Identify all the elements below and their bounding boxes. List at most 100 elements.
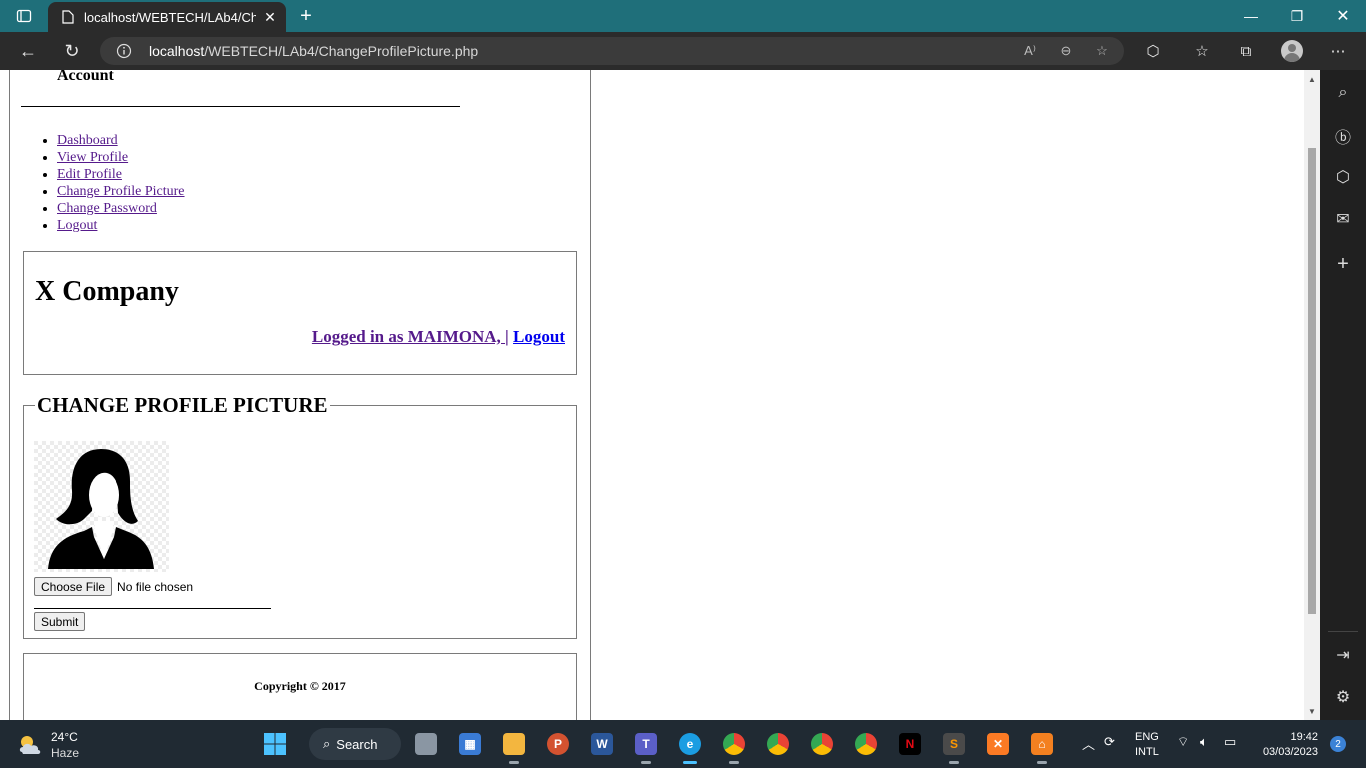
menu-item-logout: Logout [57, 217, 185, 234]
clock-time: 19:42 [1290, 731, 1318, 743]
file-status-text: No file chosen [117, 579, 194, 594]
dashboard-link[interactable]: Dashboard [57, 133, 118, 148]
chrome-profile-2-icon[interactable] [762, 728, 794, 760]
teams-icon[interactable]: T [630, 728, 662, 764]
header-box: X Company Logged in as MAIMONA, | Logout [23, 251, 577, 375]
url-host: localhost [149, 43, 205, 59]
weather-temperature: 24°C [51, 730, 78, 744]
change-password-link[interactable]: Change Password [57, 201, 157, 216]
sidebar-divider [1328, 631, 1358, 632]
volume-icon[interactable]: 🔈︎ [1200, 734, 1208, 750]
refresh-icon[interactable]: ↻ [58, 38, 86, 64]
change-profile-picture-link[interactable]: Change Profile Picture [57, 184, 185, 199]
favorite-add-icon[interactable]: ☆ [1092, 42, 1112, 60]
notification-badge[interactable]: 2 [1330, 736, 1346, 752]
clock-date: 03/03/2023 [1262, 746, 1318, 758]
back-icon[interactable]: ← [14, 38, 42, 64]
search-icon[interactable]: ⌕ [1332, 82, 1354, 104]
bing-chat-icon[interactable]: ⓑ [1332, 125, 1354, 147]
network-app-icon[interactable]: ⌂ [1026, 728, 1058, 764]
restore-icon[interactable]: ❐ [1274, 0, 1320, 32]
change-picture-fieldset: CHANGE PROFILE PICTURE Choose File No fi… [23, 393, 577, 639]
submit-button[interactable]: Submit [34, 612, 86, 631]
search-icon: ⌕ [323, 736, 331, 751]
hide-sidebar-icon[interactable]: ⇥ [1332, 644, 1354, 666]
edit-profile-link[interactable]: Edit Profile [57, 167, 122, 182]
profile-avatar[interactable] [1281, 40, 1303, 62]
logout-link[interactable]: Logout [57, 218, 97, 233]
powerpoint-icon[interactable]: P [542, 728, 574, 760]
language-indicator[interactable]: ENG INTL [1135, 730, 1159, 760]
sublime-text-icon[interactable]: S [938, 728, 970, 764]
view-profile-link[interactable]: View Profile [57, 150, 128, 165]
choose-file-button[interactable]: Choose File [34, 577, 113, 596]
outlook-icon[interactable]: ✉ [1332, 208, 1354, 230]
task-view-icon[interactable] [410, 728, 442, 760]
new-tab-icon[interactable]: + [294, 4, 318, 28]
browser-tab[interactable]: localhost/WEBTECH/LAb4/Chang ✕ [48, 2, 286, 32]
keyboard-layout: INTL [1135, 746, 1159, 758]
logged-in-user-link[interactable]: Logged in as MAIMONA, [312, 327, 505, 346]
profile-picture [34, 441, 169, 572]
divider-line [21, 106, 460, 107]
address-bar[interactable]: localhost/WEBTECH/LAb4/ChangeProfilePict… [100, 37, 1124, 65]
menu-item-dashboard: Dashboard [57, 132, 185, 149]
scroll-down-icon[interactable]: ▼ [1307, 706, 1317, 716]
file-explorer-icon[interactable] [498, 728, 530, 764]
scroll-thumb[interactable] [1308, 148, 1316, 614]
sync-icon[interactable]: ⟳ [1104, 734, 1115, 750]
edge-sidebar: ⌕ ⓑ ⬡ ✉ + ⇥ ⚙ [1320, 70, 1366, 720]
footer-box: Copyright © 2017 [23, 653, 577, 720]
header-logout-link[interactable]: Logout [513, 327, 565, 346]
close-tab-icon[interactable]: ✕ [260, 7, 280, 27]
account-menu: Dashboard View Profile Edit Profile Chan… [19, 132, 185, 234]
start-button[interactable] [259, 728, 291, 760]
account-heading: Account [57, 70, 114, 84]
file-input-row: Choose File No file chosen [34, 577, 193, 596]
separator: | [505, 327, 509, 346]
clock[interactable]: 19:42 03/03/2023 [1263, 730, 1318, 760]
wifi-icon[interactable]: ⌔ [1177, 734, 1189, 750]
settings-icon[interactable]: ⚙ [1332, 686, 1354, 708]
taskbar-search[interactable]: ⌕ Search [309, 728, 401, 760]
battery-icon[interactable]: ▭ [1224, 734, 1236, 750]
shopping-icon[interactable]: ⬡ [1332, 166, 1354, 188]
menu-item-edit-profile: Edit Profile [57, 166, 185, 183]
navigation-bar: ← ↻ localhost/WEBTECH/LAb4/ChangeProfile… [0, 32, 1366, 70]
edge-icon[interactable]: e [674, 728, 706, 764]
search-label: Search [336, 736, 378, 752]
favorites-icon[interactable]: ☆ [1191, 40, 1213, 62]
form-title: CHANGE PROFILE PICTURE [35, 393, 330, 418]
extensions-icon[interactable]: ⬡ [1142, 40, 1164, 62]
zoom-icon[interactable]: ⊖ [1056, 42, 1076, 60]
page-scrollbar[interactable]: ▲ ▼ [1304, 70, 1320, 720]
menu-item-change-password: Change Password [57, 200, 185, 217]
show-hidden-icons-icon[interactable]: ︿ [1082, 734, 1095, 753]
url-text: localhost/WEBTECH/LAb4/ChangeProfilePict… [149, 43, 478, 59]
site-info-icon[interactable] [116, 43, 132, 59]
chrome-profile-3-icon[interactable] [806, 728, 838, 760]
page-icon [60, 9, 76, 25]
collections-icon[interactable]: ⧉ [1235, 40, 1257, 62]
minimize-icon[interactable]: — [1228, 0, 1274, 32]
scroll-up-icon[interactable]: ▲ [1307, 74, 1317, 84]
close-window-icon[interactable]: ✕ [1320, 0, 1366, 32]
netflix-icon[interactable]: N [894, 728, 926, 760]
taskbar: 24°C Haze ⌕ Search ▦ P W T e N S ✕ ⌂ ︿ ⟳… [0, 720, 1366, 768]
tab-actions-icon[interactable] [8, 4, 40, 28]
store-icon[interactable]: ▦ [454, 728, 486, 760]
xampp-icon[interactable]: ✕ [982, 728, 1014, 760]
read-aloud-icon[interactable]: A⁾ [1020, 42, 1040, 60]
login-status: Logged in as MAIMONA, | Logout [312, 327, 565, 347]
word-icon[interactable]: W [586, 728, 618, 760]
company-title: X Company [35, 276, 179, 307]
tab-bar: localhost/WEBTECH/LAb4/Chang ✕ + — ❐ ✕ [0, 0, 1366, 32]
chrome-icon[interactable] [718, 728, 750, 764]
add-sidebar-app-icon[interactable]: + [1332, 253, 1354, 275]
chrome-profile-4-icon[interactable] [850, 728, 882, 760]
weather-icon[interactable] [16, 732, 44, 756]
weather-condition: Haze [51, 746, 80, 760]
copyright-text: Copyright © 2017 [254, 679, 346, 693]
page-viewport: Account Dashboard View Profile Edit Prof… [0, 70, 1304, 720]
more-options-icon[interactable]: ⋯ [1327, 40, 1349, 62]
